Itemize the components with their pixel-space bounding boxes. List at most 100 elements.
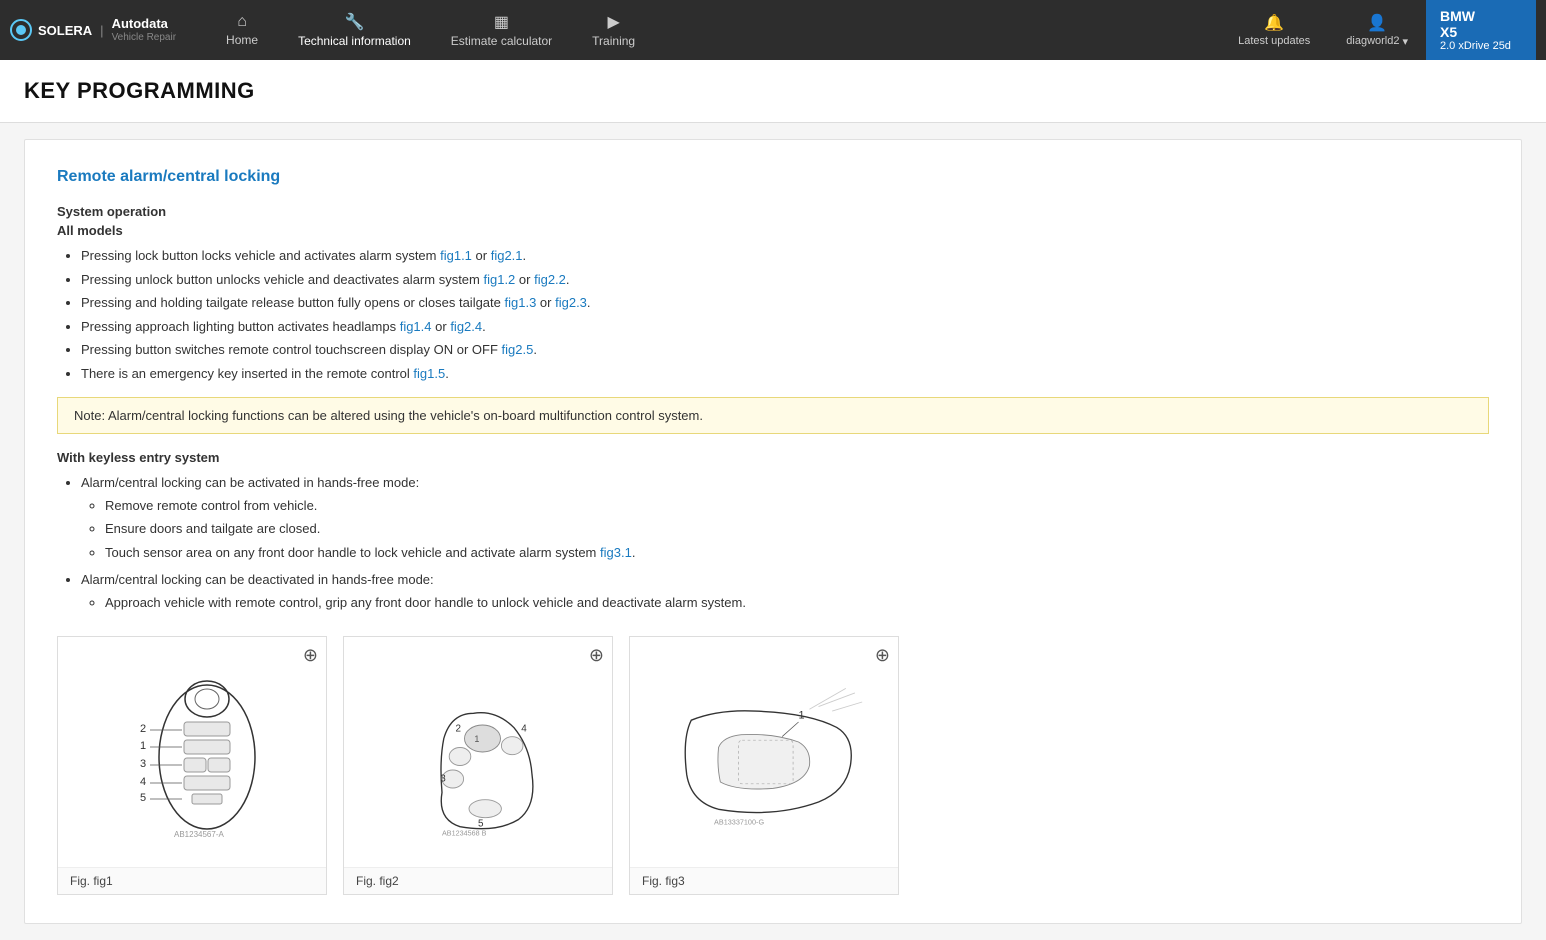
- nav-estimate-label: Estimate calculator: [451, 34, 552, 48]
- zoom-icon-fig1[interactable]: ⊕: [303, 645, 318, 666]
- latest-updates-button[interactable]: 🔔 Latest updates: [1220, 0, 1328, 60]
- list-item: There is an emergency key inserted in th…: [81, 364, 1489, 384]
- list-item: Ensure doors and tailgate are closed.: [105, 519, 1489, 539]
- calculator-icon: ▦: [494, 12, 509, 32]
- zoom-icon-fig3[interactable]: ⊕: [875, 645, 890, 666]
- fig1-4-link[interactable]: fig1.4: [400, 319, 432, 334]
- figure-label-fig1: Fig. fig1: [58, 867, 326, 894]
- fig2-3-link[interactable]: fig2.3: [555, 295, 587, 310]
- latest-updates-label: Latest updates: [1238, 35, 1310, 47]
- figures-grid: ⊕: [57, 636, 1489, 895]
- door-handle-fig3-svg: 1 AB13337100-G: [664, 672, 864, 832]
- brand-divider: |: [100, 23, 103, 38]
- system-operation: System operation All models Pressing loc…: [57, 204, 1489, 383]
- zoom-icon-fig2[interactable]: ⊕: [589, 645, 604, 666]
- system-operation-list: Pressing lock button locks vehicle and a…: [57, 246, 1489, 383]
- system-operation-heading: System operation: [57, 204, 1489, 219]
- vehicle-brand: BMW: [1440, 8, 1522, 24]
- svg-text:3: 3: [440, 774, 446, 785]
- autodata-name: Autodata: [112, 16, 176, 32]
- nav-training[interactable]: ▶ Training: [572, 0, 655, 60]
- list-item: Touch sensor area on any front door hand…: [105, 543, 1489, 563]
- user-label: diagworld2 ▾: [1346, 35, 1408, 48]
- chevron-down-icon: ▾: [1402, 35, 1408, 48]
- vehicle-model: X5: [1440, 24, 1522, 40]
- figure-card-fig1: ⊕: [57, 636, 327, 895]
- note-text: Note: Alarm/central locking functions ca…: [74, 408, 703, 423]
- user-menu-button[interactable]: 👤 diagworld2 ▾: [1328, 0, 1426, 60]
- keyless-activate-sublist: Remove remote control from vehicle. Ensu…: [81, 496, 1489, 563]
- svg-text:AB13337100-G: AB13337100-G: [714, 818, 764, 827]
- fig1-2-link[interactable]: fig1.2: [483, 272, 515, 287]
- fig2-5-link[interactable]: fig2.5: [502, 342, 534, 357]
- main-content: Remote alarm/central locking System oper…: [0, 123, 1546, 940]
- page-title: KEY PROGRAMMING: [24, 78, 1522, 104]
- svg-text:2: 2: [140, 723, 146, 735]
- svg-text:1: 1: [140, 740, 146, 752]
- svg-text:1: 1: [799, 709, 805, 721]
- note-box: Note: Alarm/central locking functions ca…: [57, 397, 1489, 434]
- svg-text:2: 2: [456, 723, 462, 734]
- list-item: Pressing button switches remote control …: [81, 340, 1489, 360]
- list-item: Alarm/central locking can be activated i…: [81, 473, 1489, 562]
- vehicle-engine: 2.0 xDrive 25d: [1440, 40, 1522, 52]
- list-item: Pressing and holding tailgate release bu…: [81, 293, 1489, 313]
- svg-text:5: 5: [140, 792, 146, 804]
- content-card: Remote alarm/central locking System oper…: [24, 139, 1522, 924]
- brand-name: SOLERA: [38, 23, 92, 38]
- figure-label-fig2: Fig. fig2: [344, 867, 612, 894]
- autodata-tagline: Vehicle Repair: [112, 32, 176, 44]
- list-item: Alarm/central locking can be deactivated…: [81, 570, 1489, 612]
- navbar: SOLERA | Autodata Vehicle Repair ⌂ Home …: [0, 0, 1546, 60]
- figure-card-fig3: ⊕ 1: [629, 636, 899, 895]
- solera-icon: [10, 19, 32, 41]
- play-icon: ▶: [607, 12, 619, 32]
- svg-text:AB1234568 B: AB1234568 B: [442, 829, 487, 838]
- wrench-icon: 🔧: [344, 12, 364, 32]
- key-fig2-svg: 2 3 4 1 5: [388, 662, 568, 842]
- figure-card-fig2: ⊕ 2 3: [343, 636, 613, 895]
- fig1-3-link[interactable]: fig1.3: [505, 295, 537, 310]
- home-icon: ⌂: [237, 13, 247, 31]
- autodata-brand: Autodata Vehicle Repair: [112, 16, 176, 44]
- nav-estimate-calculator[interactable]: ▦ Estimate calculator: [431, 0, 572, 60]
- nav-right: 🔔 Latest updates 👤 diagworld2 ▾: [1220, 0, 1426, 60]
- svg-text:AB1234567-A: AB1234567-A: [174, 830, 224, 839]
- keyless-heading: With keyless entry system: [57, 450, 1489, 465]
- figure-label-fig3: Fig. fig3: [630, 867, 898, 894]
- fig2-1-link[interactable]: fig2.1: [491, 248, 523, 263]
- vehicle-badge[interactable]: BMW X5 2.0 xDrive 25d: [1426, 0, 1536, 60]
- nav-items: ⌂ Home 🔧 Technical information ▦ Estimat…: [206, 0, 1220, 60]
- page-title-bar: KEY PROGRAMMING: [0, 60, 1546, 123]
- figure-image-fig2: 2 3 4 1 5: [344, 637, 612, 867]
- list-item: Pressing lock button locks vehicle and a…: [81, 246, 1489, 266]
- section-title: Remote alarm/central locking: [57, 168, 1489, 186]
- fig2-4-link[interactable]: fig2.4: [450, 319, 482, 334]
- list-item: Pressing approach lighting button activa…: [81, 317, 1489, 337]
- list-item: Pressing unlock button unlocks vehicle a…: [81, 270, 1489, 290]
- svg-text:4: 4: [521, 723, 527, 734]
- key-fig1-svg: 2 1 3 4 5 AB1234567-A: [112, 657, 272, 847]
- brand-logo: SOLERA | Autodata Vehicle Repair: [10, 16, 176, 44]
- nav-home[interactable]: ⌂ Home: [206, 0, 278, 60]
- fig1-1-link[interactable]: fig1.1: [440, 248, 472, 263]
- svg-text:3: 3: [140, 758, 146, 770]
- list-item: Remove remote control from vehicle.: [105, 496, 1489, 516]
- figure-image-fig3: 1 AB13337100-G: [630, 637, 898, 867]
- bell-icon: 🔔: [1264, 13, 1284, 33]
- keyless-list: Alarm/central locking can be activated i…: [57, 473, 1489, 612]
- nav-technical-information[interactable]: 🔧 Technical information: [278, 0, 431, 60]
- nav-training-label: Training: [592, 34, 635, 48]
- fig1-5-link[interactable]: fig1.5: [413, 366, 445, 381]
- fig3-1-link[interactable]: fig3.1: [600, 545, 632, 560]
- all-models-heading: All models: [57, 223, 1489, 238]
- list-item: Approach vehicle with remote control, gr…: [105, 593, 1489, 613]
- figure-image-fig1: 2 1 3 4 5 AB1234567-A: [58, 637, 326, 867]
- svg-text:4: 4: [140, 776, 146, 788]
- nav-technical-label: Technical information: [298, 34, 411, 48]
- fig2-2-link[interactable]: fig2.2: [534, 272, 566, 287]
- nav-home-label: Home: [226, 33, 258, 47]
- keyless-deactivate-sublist: Approach vehicle with remote control, gr…: [81, 593, 1489, 613]
- svg-text:1: 1: [474, 734, 479, 744]
- keyless-section: With keyless entry system Alarm/central …: [57, 450, 1489, 612]
